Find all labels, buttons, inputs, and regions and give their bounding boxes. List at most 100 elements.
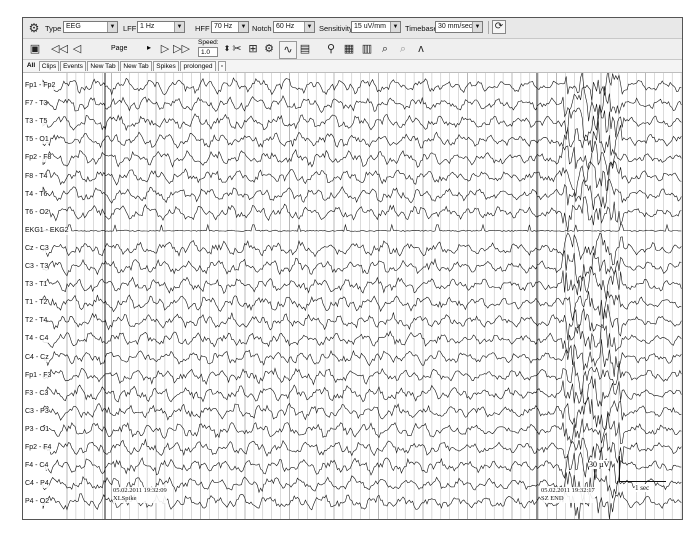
zoom-icon[interactable]: ⌕ [377, 41, 393, 57]
event-label: SZ END [541, 495, 564, 502]
chevron-down-icon: ▼ [174, 22, 184, 32]
timebase-select[interactable]: 30 mm/sec ▼ [435, 21, 483, 33]
fast-forward-icon[interactable]: ▷▷ [173, 41, 190, 57]
channel-label[interactable]: T3 - T1 [25, 281, 48, 290]
waveform-mode-icon[interactable]: ∿ [279, 41, 297, 59]
eeg-channel-trace [42, 249, 682, 284]
event-marker-icon[interactable]: ⊞ [245, 41, 261, 57]
tab-events[interactable]: Events [60, 61, 86, 71]
refresh-icon[interactable]: ⟳ [492, 20, 506, 34]
sensitivity-label: Sensitivity [319, 24, 353, 33]
print-icon[interactable]: ▥ [359, 41, 375, 57]
channel-label[interactable]: C3 - P3 [25, 407, 49, 416]
channel-label[interactable]: Fp2 - F4 [25, 444, 52, 452]
eeg-channel-trace [42, 223, 682, 232]
page-dropdown-icon[interactable]: ▸ [147, 43, 151, 52]
sensitivity-select[interactable]: 15 uV/mm ▼ [351, 21, 401, 33]
tab-clips[interactable]: Clips [39, 61, 59, 71]
tab-prolonged[interactable]: prolonged [180, 61, 216, 71]
eeg-channel-trace [42, 396, 682, 431]
eeg-channel-trace [42, 86, 682, 122]
chevron-down-icon: ▼ [238, 22, 248, 32]
channel-label[interactable]: Fp2 - F8 [25, 154, 52, 163]
marker-tool-icon[interactable]: ✂ [229, 41, 245, 57]
channel-label[interactable]: C3 - T3 [25, 263, 49, 271]
channel-label[interactable]: Fp1 - F3 [25, 371, 52, 380]
event-stamp-1[interactable]: 05.02.2011 19:32:09 XLSpike [113, 487, 167, 503]
channel-label[interactable]: EKG1 - EKG2 [25, 226, 69, 235]
timebase-label: Timebase [405, 24, 438, 33]
hff-select[interactable]: 70 Hz ▼ [211, 21, 249, 33]
channel-label[interactable]: T2 - T4 [25, 317, 48, 326]
spike-detect-icon[interactable]: ʌ [413, 41, 429, 57]
time-scale-bar [620, 481, 666, 482]
eeg-viewer-window: ⚙ Type EEG ▼ LFF 1 Hz ▼ HFF 70 Hz ▼ Notch 6… [22, 17, 683, 520]
eeg-channel-trace [42, 178, 682, 210]
lff-select[interactable]: 1 Hz ▼ [137, 21, 185, 33]
eeg-channel-trace [42, 266, 682, 300]
tab-new-tab-1[interactable]: New Tab [87, 61, 119, 71]
channel-label[interactable]: T4 - C4 [25, 335, 49, 344]
eeg-channel-trace [42, 291, 682, 321]
channel-label[interactable]: Cz - C3 [25, 244, 49, 253]
notch-select[interactable]: 60 Hz ▼ [273, 21, 315, 33]
channel-label[interactable]: T5 - O1 [25, 136, 49, 145]
eeg-channel-trace [42, 140, 682, 176]
rewind-icon[interactable]: ◁◁ [51, 41, 68, 57]
channel-label[interactable]: T3 - T5 [25, 118, 48, 127]
amplitude-scale-bar [619, 456, 620, 482]
page-label: Page [111, 45, 128, 52]
tab-bar: All Clips Events New Tab New Tab Spikes … [23, 60, 682, 73]
eeg-channel-trace [42, 361, 682, 395]
tab-spikes[interactable]: Spikes [153, 61, 179, 71]
channel-label[interactable]: F8 - T4 [25, 172, 48, 181]
event-date: 05.02.2011 19:32:17 [541, 487, 595, 494]
channel-label[interactable]: F3 - C3 [25, 389, 49, 398]
chevron-down-icon: ▼ [107, 22, 117, 32]
channel-label[interactable]: F4 - C4 [25, 462, 49, 471]
type-select[interactable]: EEG ▼ [63, 21, 118, 33]
eeg-channel-trace [42, 196, 682, 232]
playback-toolbar: ▣ ◁◁ ◁ Page ▸ ▷ ▷▷ Speed: 1.0 ⬍ ✂ ⊞ ⚙ ∿ … [23, 39, 682, 60]
chevron-down-icon: ▼ [390, 22, 400, 32]
patient-search-icon[interactable]: ⚲ [323, 41, 339, 57]
montage-gear-icon[interactable]: ⚙ [26, 20, 42, 36]
spectrum-icon[interactable]: ▤ [297, 41, 313, 57]
channel-label[interactable]: C4 - P4 [25, 480, 49, 489]
channel-label[interactable]: T1 - T2 [25, 299, 48, 308]
time-scale-label: 1 sec [635, 484, 650, 492]
zoom-disabled-icon: ⌕ [399, 43, 407, 55]
toolbar-divider [488, 21, 489, 34]
channel-label[interactable]: F7 - T3 [25, 100, 48, 109]
hff-label: HFF [195, 24, 210, 33]
eeg-channel-trace [42, 304, 682, 341]
type-label: Type [45, 24, 62, 33]
channel-label[interactable]: C4 - Cz [25, 353, 49, 362]
tab-all[interactable]: All [25, 61, 37, 71]
add-tab-icon[interactable]: ▫ [218, 61, 226, 71]
chevron-down-icon: ▼ [472, 22, 482, 32]
eeg-channel-trace [42, 119, 682, 156]
event-label: XLSpike [113, 495, 137, 502]
tab-new-tab-2[interactable]: New Tab [120, 61, 152, 71]
speed-input[interactable]: 1.0 [198, 47, 218, 57]
camera-icon[interactable]: ▣ [27, 41, 43, 57]
settings-toolbar: ⚙ Type EEG ▼ LFF 1 Hz ▼ HFF 70 Hz ▼ Notch 6… [23, 18, 682, 39]
event-stamp-2[interactable]: 05.02.2011 19:32:17 SZ END [541, 487, 595, 503]
notch-label: Notch [252, 24, 272, 33]
event-date: 05.02.2011 19:32:09 [113, 487, 167, 494]
speed-label: Speed: [198, 39, 219, 46]
step-back-icon[interactable]: ◁ [69, 41, 85, 57]
eeg-channel-trace [42, 447, 682, 485]
report-icon[interactable]: ▦ [341, 41, 357, 57]
amplitude-scale-label: 30 µV [589, 460, 610, 469]
eeg-channel-trace [42, 432, 682, 464]
eeg-trace-area[interactable] [23, 73, 682, 519]
display-settings-icon[interactable]: ⚙ [261, 41, 277, 57]
step-forward-icon[interactable]: ▷ [157, 41, 173, 57]
channel-label[interactable]: T6 - O2 [25, 208, 49, 217]
channel-label[interactable]: T4 - T6 [25, 190, 48, 199]
channel-label[interactable]: Fp1 - Fp2 [25, 82, 56, 90]
channel-label[interactable]: P4 - O2 [25, 498, 50, 507]
channel-label[interactable]: P3 - O1 [25, 425, 50, 434]
